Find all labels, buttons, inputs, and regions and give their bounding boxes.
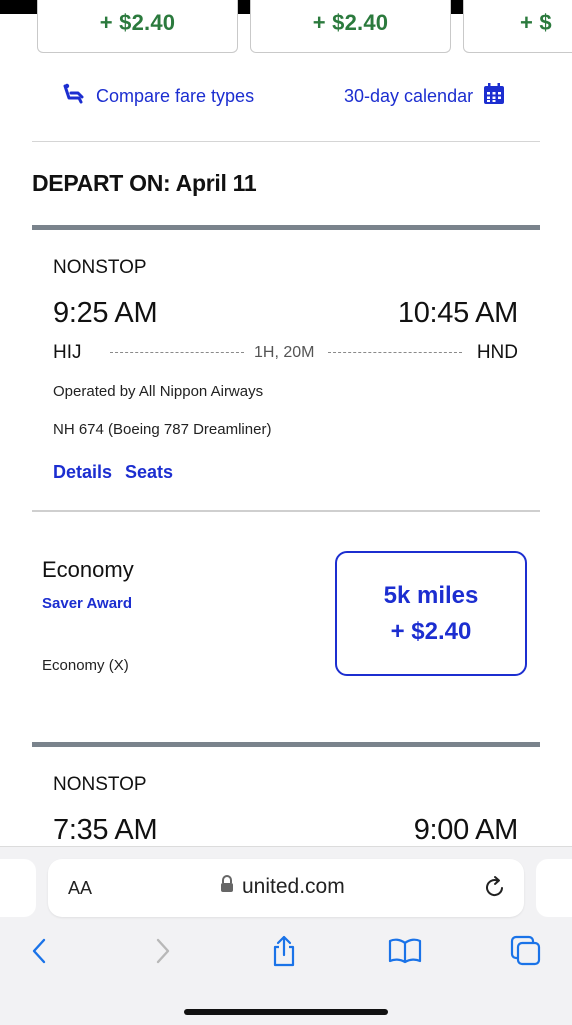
flight-duration: 1H, 20M — [254, 344, 315, 361]
compare-fare-types-link[interactable]: Compare fare types — [62, 83, 254, 110]
route-line — [328, 352, 462, 353]
aircraft-info: NH 674 (Boeing 787 Dreamliner) — [53, 421, 272, 438]
depart-time: 7:35 AM — [53, 814, 158, 846]
seats-link[interactable]: Seats — [125, 462, 173, 483]
fare-chip-price: + $ — [520, 10, 552, 35]
forward-button[interactable] — [145, 935, 181, 971]
back-button[interactable] — [21, 935, 57, 971]
text-size-button[interactable]: AA — [68, 878, 92, 899]
details-link[interactable]: Details — [53, 462, 112, 483]
fare-chip-price: + $2.40 — [312, 10, 389, 35]
bookmarks-button[interactable] — [387, 935, 423, 971]
chevron-left-icon — [31, 938, 47, 969]
lock-icon — [220, 875, 234, 899]
select-fare-button[interactable]: 5k miles + $2.40 — [335, 551, 527, 676]
share-button[interactable] — [266, 935, 302, 971]
depart-time: 9:25 AM — [53, 297, 158, 329]
fare-option-chip[interactable]: + $2.40 — [250, 0, 451, 53]
arrive-time: 9:00 AM — [413, 814, 519, 846]
tabs-icon — [510, 935, 542, 972]
url-text: united.com — [242, 875, 345, 898]
flight-stops-label: NONSTOP — [53, 257, 147, 278]
fare-miles: 5k miles — [383, 581, 479, 609]
fare-chip-price: + $2.40 — [99, 10, 176, 35]
calendar-icon — [483, 83, 505, 110]
fare-class-label: Economy (X) — [42, 657, 129, 674]
home-indicator — [184, 1009, 388, 1015]
browser-toolbar: AA united.com — [0, 846, 572, 1025]
divider — [32, 141, 540, 142]
arrive-time: 10:45 AM — [397, 297, 518, 329]
fare-option-chip[interactable]: + $2.40 — [37, 0, 238, 53]
destination-airport: HND — [476, 342, 518, 363]
origin-airport: HIJ — [53, 342, 82, 363]
fare-type-label: Saver Award — [42, 595, 133, 612]
route-line — [110, 352, 244, 353]
fare-option-chip[interactable]: + $ — [463, 0, 572, 53]
reload-icon[interactable] — [484, 875, 506, 904]
url-display[interactable]: united.com — [220, 875, 345, 899]
seat-icon — [62, 83, 86, 110]
operator-info: Operated by All Nippon Airways — [53, 383, 264, 400]
calendar-link[interactable]: 30-day calendar — [344, 83, 505, 110]
previous-tab-preview[interactable] — [0, 859, 36, 917]
address-bar[interactable]: AA united.com — [48, 859, 524, 917]
chevron-right-icon — [155, 938, 171, 969]
next-tab-preview[interactable] — [536, 859, 572, 917]
flight-divider — [32, 225, 540, 230]
calendar-link-label: 30-day calendar — [344, 86, 474, 106]
fare-cash: + $2.40 — [390, 617, 472, 645]
flight-stops-label: NONSTOP — [53, 774, 147, 795]
fare-links-row: Compare fare types 30-day calendar — [0, 83, 572, 111]
depart-date-heading: DEPART ON: April 11 — [32, 170, 257, 196]
divider — [32, 510, 540, 512]
share-icon — [270, 935, 298, 972]
flight-divider — [32, 742, 540, 747]
compare-fare-types-label: Compare fare types — [96, 86, 255, 106]
tabs-button[interactable] — [508, 935, 544, 971]
book-icon — [388, 938, 422, 969]
cabin-name: Economy — [42, 557, 134, 582]
